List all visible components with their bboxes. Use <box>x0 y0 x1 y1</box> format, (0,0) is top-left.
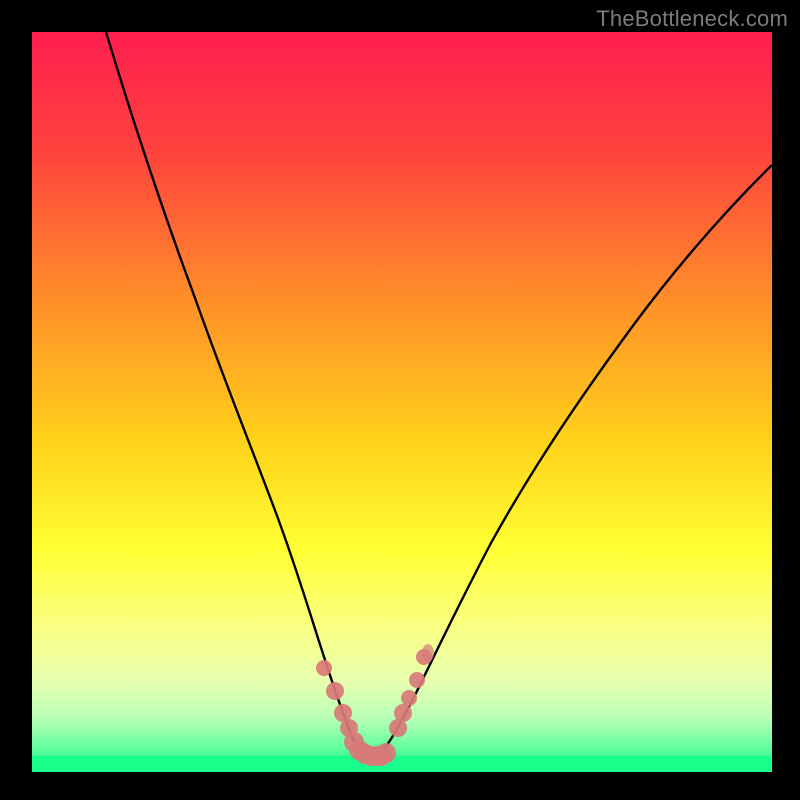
chart-svg <box>32 32 772 772</box>
gradient-background <box>32 32 772 772</box>
chart-frame: TheBottleneck.com <box>0 0 800 800</box>
green-band <box>32 756 772 772</box>
watermark-text: TheBottleneck.com <box>596 6 788 32</box>
plot-area <box>32 32 772 772</box>
